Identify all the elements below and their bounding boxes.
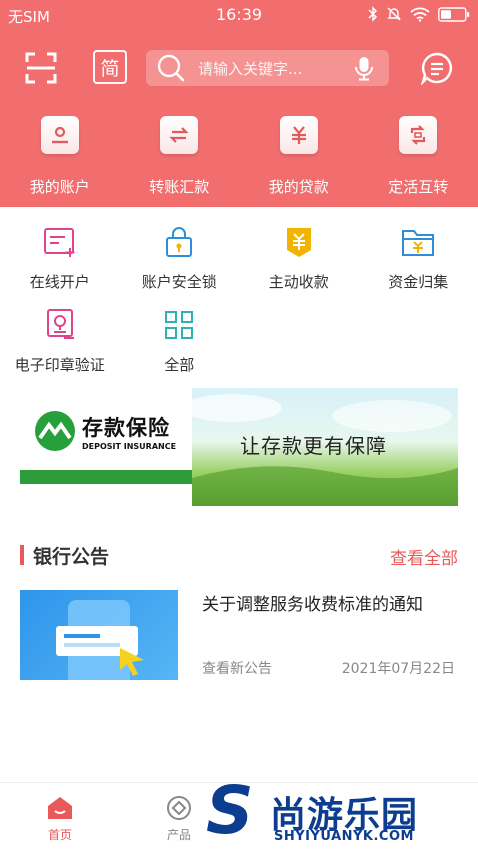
account-icon: [40, 116, 79, 154]
service-label: 主动收款: [268, 273, 329, 291]
scan-button[interactable]: [24, 51, 58, 85]
simplified-chinese-toggle[interactable]: 简: [93, 50, 127, 84]
search-input[interactable]: 请输入关键字...: [146, 50, 389, 86]
quick-action-label: 转账汇款: [149, 178, 210, 196]
home-icon: [48, 797, 72, 819]
all-apps-icon: [162, 308, 196, 342]
status-icons: [368, 6, 470, 22]
quick-actions: 我的账户 转账汇款 我的贷款 定活互转: [0, 110, 478, 200]
service-label: 资金归集: [388, 273, 449, 291]
tab-product[interactable]: 产品: [149, 795, 209, 843]
status-bar: 无SIM 16:39: [0, 0, 478, 32]
service-label: 全部: [164, 356, 195, 374]
announcement-date: 2021年07月22日: [341, 661, 455, 677]
deposit-convert-icon: [399, 116, 438, 154]
loan-icon: [279, 116, 318, 154]
search-icon: [157, 54, 185, 82]
quick-action-transfer[interactable]: 转账汇款: [120, 110, 240, 200]
announcement-item[interactable]: 关于调整服务收费标准的通知 查看新公告 2021年07月22日: [20, 590, 458, 682]
scan-icon: [25, 52, 57, 84]
service-label: 账户安全锁: [141, 273, 217, 291]
receive-payment-icon: [282, 225, 316, 259]
toolbar: 简 请输入关键字...: [0, 48, 478, 90]
site-watermark: S 尚游乐园 SHYIYUANYK.COM: [206, 778, 478, 850]
banner-title: 存款保险: [82, 416, 170, 440]
deposit-insurance-banner[interactable]: 存款保险 DEPOSIT INSURANCE 让存款更有保障: [20, 388, 458, 506]
deposit-insurance-logo-icon: [35, 411, 75, 451]
battery-icon: [438, 6, 470, 22]
service-fund-collection[interactable]: 资金归集: [359, 225, 478, 292]
service-label: 在线开户: [29, 273, 90, 291]
announcement-thumbnail: [20, 590, 178, 680]
service-e-seal[interactable]: 电子印章验证: [0, 308, 120, 375]
service-receive-payment[interactable]: 主动收款: [239, 225, 359, 292]
quick-action-label: 我的贷款: [268, 178, 329, 196]
view-all-link[interactable]: 查看全部: [390, 544, 458, 569]
service-all[interactable]: 全部: [120, 308, 240, 375]
wifi-icon: [410, 7, 430, 22]
section-accent-bar: [20, 545, 24, 565]
watermark-site: SHYIYUANYK.COM: [274, 829, 414, 844]
announcements-header: 银行公告 查看全部: [20, 540, 458, 570]
fund-collection-icon: [401, 225, 435, 259]
banner-scenery: 让存款更有保障: [192, 388, 458, 506]
banner-green-strip: [20, 470, 192, 484]
quick-action-my-loan[interactable]: 我的贷款: [239, 110, 359, 200]
security-lock-icon: [162, 225, 196, 259]
search-placeholder: 请输入关键字...: [198, 59, 303, 78]
transfer-icon: [160, 116, 199, 154]
announcement-subtitle: 查看新公告: [202, 661, 272, 677]
quick-action-label: 我的账户: [29, 178, 90, 196]
product-icon: [167, 796, 191, 820]
bluetooth-icon: [368, 6, 378, 22]
e-seal-icon: [43, 308, 77, 342]
mute-icon: [387, 7, 401, 21]
microphone-icon[interactable]: [351, 55, 377, 81]
header: 无SIM 16:39 简 请输入关键字... 我的账户 转账汇款 我的贷款 定活…: [0, 0, 478, 207]
open-account-icon: [43, 225, 77, 259]
tab-label: 产品: [166, 828, 191, 842]
quick-action-deposit-convert[interactable]: 定活互转: [359, 110, 478, 200]
services-grid: 在线开户 账户安全锁 主动收款 资金归集 电子印章验证 全部: [0, 207, 478, 387]
service-security-lock[interactable]: 账户安全锁: [120, 225, 240, 292]
banner-subtitle: DEPOSIT INSURANCE: [82, 442, 177, 451]
tab-home[interactable]: 首页: [30, 795, 90, 843]
banner-slogan: 让存款更有保障: [240, 434, 387, 458]
phone-illustration-icon: [56, 600, 144, 680]
message-button[interactable]: [420, 51, 454, 87]
tab-label: 首页: [47, 828, 72, 842]
service-open-account[interactable]: 在线开户: [0, 225, 120, 292]
watermark-logo: S: [206, 772, 254, 849]
service-label: 电子印章验证: [14, 356, 105, 374]
message-icon: [420, 52, 452, 87]
banner-logo-panel: 存款保险 DEPOSIT INSURANCE: [20, 388, 192, 506]
quick-action-label: 定活互转: [388, 178, 449, 196]
announcement-title: 关于调整服务收费标准的通知: [202, 595, 423, 615]
quick-action-my-account[interactable]: 我的账户: [0, 110, 120, 200]
announcements-title: 银行公告: [33, 546, 110, 568]
